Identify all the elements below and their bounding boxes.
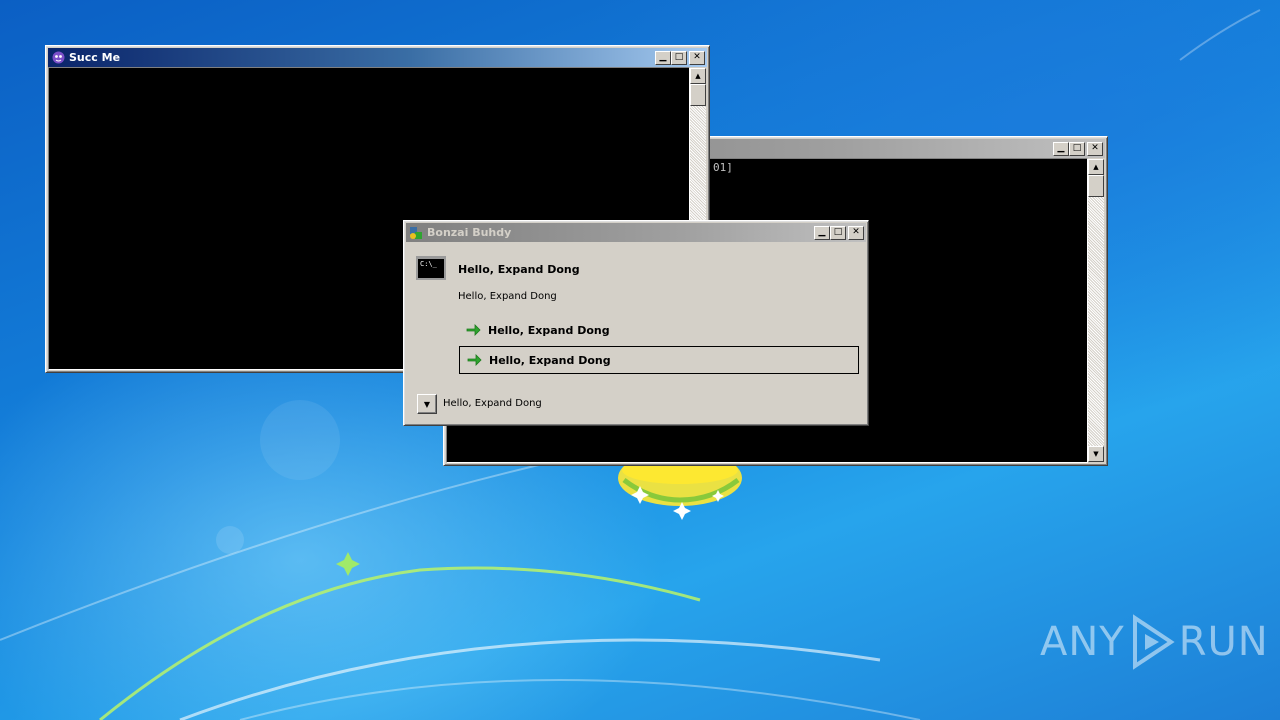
up-arrow-icon: ▲ [695,72,701,80]
watermark-left-text: ANY [1040,619,1125,665]
close-icon: ✕ [852,227,860,237]
minimize-icon: ▁ [1057,143,1065,153]
play-logo-icon [1132,614,1175,670]
scroll-thumb[interactable] [690,84,706,106]
close-button[interactable]: ✕ [689,50,705,65]
green-arrow-icon [466,352,482,368]
maximize-icon: □ [674,52,684,62]
command-link-2[interactable]: Hello, Expand Dong [459,346,859,374]
scroll-thumb[interactable] [1088,175,1104,197]
minimize-icon: ▁ [818,227,826,237]
vertical-scrollbar[interactable]: ▲ ▼ [1088,159,1104,462]
console-text: 01] [713,161,733,174]
maximize-icon: □ [1072,143,1082,153]
command-prompt-icon: C:\_ [416,256,446,280]
minimize-button[interactable]: ▁ [1053,141,1069,156]
maximize-button[interactable]: □ [830,225,846,240]
close-button[interactable]: ✕ [848,225,864,240]
dialog-content: C:\_ Hello, Expand Dong Hello, Expand Do… [406,242,866,423]
up-arrow-icon: ▲ [1093,163,1099,171]
maximize-button[interactable]: □ [1069,141,1085,156]
bonzai-dialog[interactable]: Bonzai Buhdy ▁ □ ✕ C:\_ Hello, Expand Do… [403,220,869,426]
succ-me-titlebar[interactable]: Succ Me ▁ □ ✕ [48,48,707,67]
maximize-button[interactable]: □ [671,50,687,65]
app-icon [409,226,423,240]
command-link-label: Hello, Expand Dong [488,323,610,337]
green-arrow-icon [465,322,481,338]
command-link-1[interactable]: Hello, Expand Dong [459,316,859,344]
dialog-subtext: Hello, Expand Dong [458,291,557,302]
chevron-down-icon: ▼ [423,399,431,409]
scroll-up-button[interactable]: ▲ [1088,159,1104,175]
bonzai-titlebar[interactable]: Bonzai Buhdy ▁ □ ✕ [406,223,866,242]
cmd-icon-text: C:\_ [420,260,437,268]
maximize-icon: □ [833,227,843,237]
watermark-right-text: RUN [1178,619,1269,665]
close-icon: ✕ [1091,143,1099,153]
minimize-button[interactable]: ▁ [655,50,671,65]
window-title: Bonzai Buhdy [427,226,512,239]
anyrun-watermark: ANY RUN [1040,612,1269,672]
window-title: Succ Me [69,51,121,64]
dialog-heading: Hello, Expand Dong [458,263,580,276]
scroll-down-button[interactable]: ▼ [1088,446,1104,462]
command-link-label: Hello, Expand Dong [489,353,611,367]
close-icon: ✕ [693,52,701,62]
expand-details-label: Hello, Expand Dong [443,398,542,409]
scroll-up-button[interactable]: ▲ [690,68,706,84]
bonzi-icon [51,51,65,65]
close-button[interactable]: ✕ [1087,141,1103,156]
down-arrow-icon: ▼ [1093,450,1099,458]
expand-details-button[interactable]: ▼ [417,394,437,414]
minimize-icon: ▁ [659,52,667,62]
minimize-button[interactable]: ▁ [814,225,830,240]
